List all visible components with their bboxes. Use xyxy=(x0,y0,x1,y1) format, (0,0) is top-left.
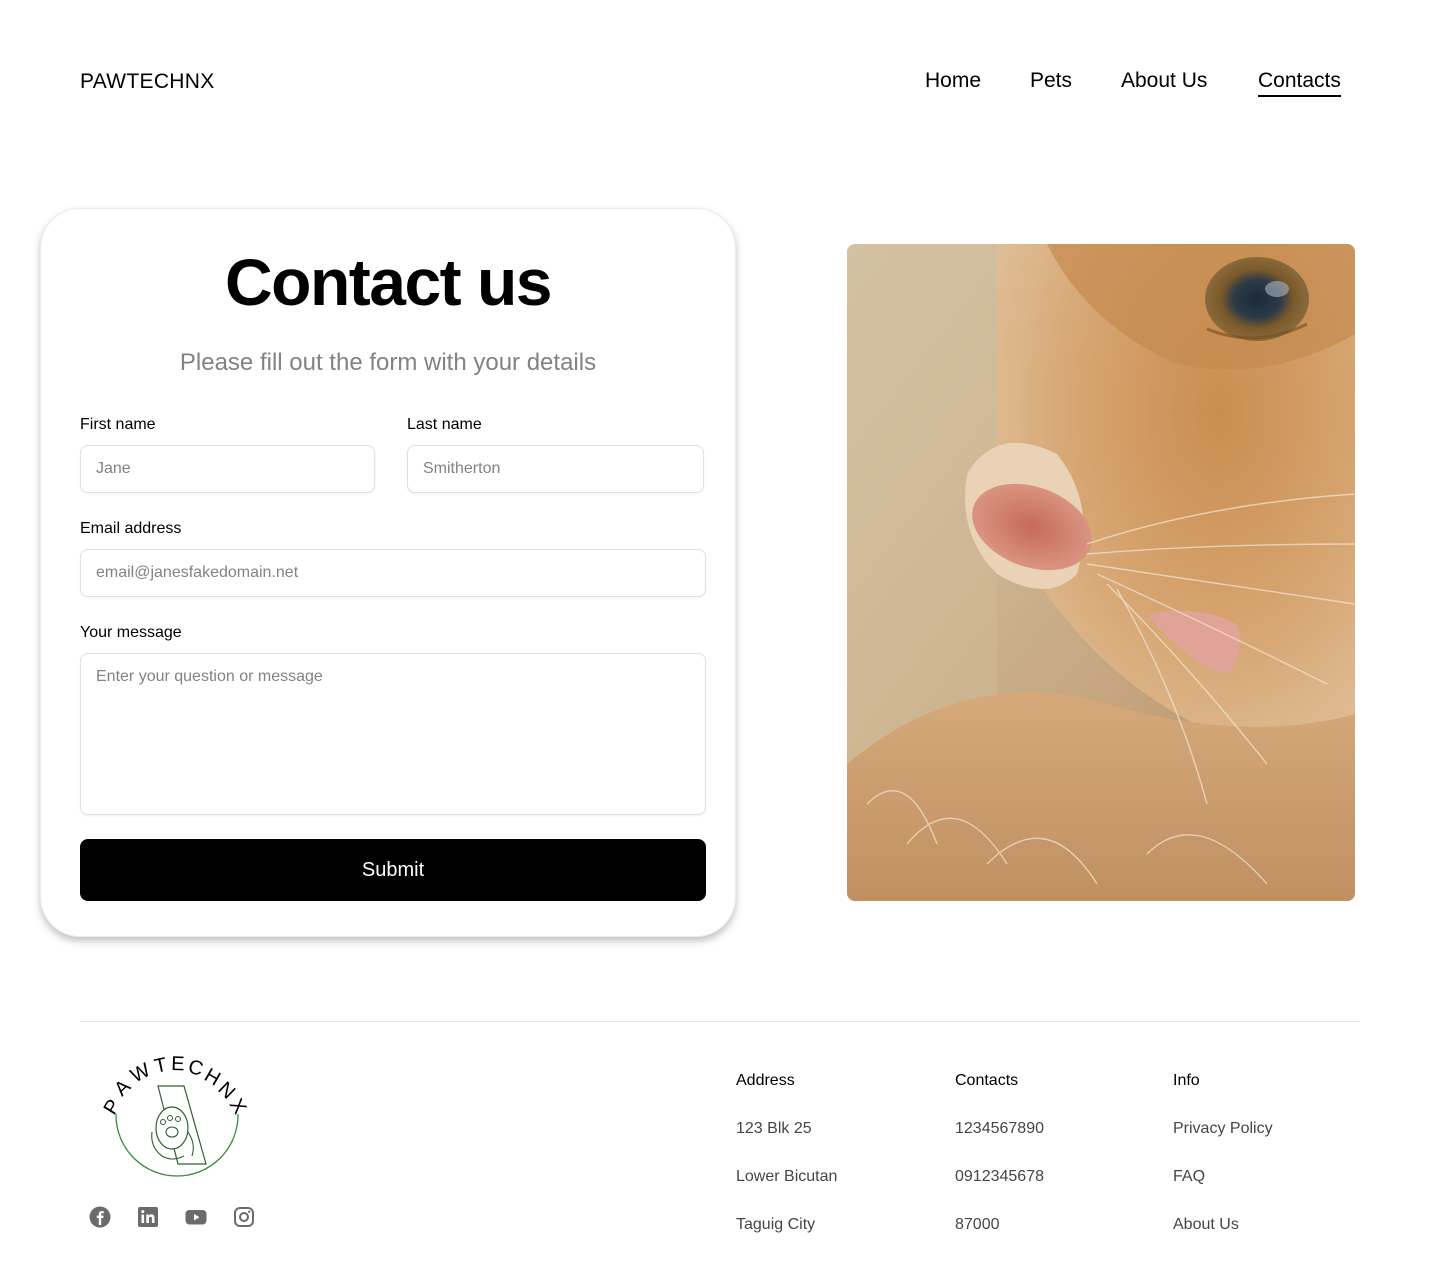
footer-link-about-us[interactable]: About Us xyxy=(1173,1216,1239,1234)
message-textarea[interactable] xyxy=(80,653,706,815)
email-label: Email address xyxy=(80,520,182,537)
instagram-icon[interactable] xyxy=(232,1205,256,1229)
cat-photo xyxy=(847,244,1355,901)
nav-about-us[interactable]: About Us xyxy=(1121,69,1207,93)
main-nav: Home Pets About Us Contacts xyxy=(0,69,1440,109)
page-title: Contact us xyxy=(224,245,553,319)
message-label: Your message xyxy=(80,624,182,641)
footer-phone-number: 1234567890 xyxy=(955,1120,1044,1137)
pawtechnx-logo[interactable]: P A W T E C H N X xyxy=(100,1052,250,1182)
first-name-label: First name xyxy=(80,416,156,433)
email-input[interactable] xyxy=(80,549,706,597)
footer-address-line: Lower Bicutan xyxy=(736,1168,838,1185)
footer-address-line: 123 Blk 25 xyxy=(736,1120,812,1137)
submit-button[interactable]: Submit xyxy=(80,839,706,901)
youtube-icon[interactable] xyxy=(184,1205,208,1229)
first-name-input[interactable] xyxy=(80,445,375,493)
last-name-label: Last name xyxy=(407,416,482,433)
facebook-icon[interactable] xyxy=(88,1205,112,1229)
footer-divider xyxy=(80,1021,1360,1022)
nav-home[interactable]: Home xyxy=(925,69,981,93)
footer-link-faq[interactable]: FAQ xyxy=(1173,1168,1205,1186)
footer-address-title: Address xyxy=(736,1072,795,1089)
last-name-input[interactable] xyxy=(407,445,704,493)
footer-link-privacy-policy[interactable]: Privacy Policy xyxy=(1173,1120,1273,1138)
footer-contacts-title: Contacts xyxy=(955,1072,1019,1089)
form-subtitle: Please fill out the form with your detai… xyxy=(179,349,597,376)
footer-address-line: Taguig City xyxy=(736,1216,816,1233)
nav-pets[interactable]: Pets xyxy=(1030,69,1072,93)
footer-info-title: Info xyxy=(1173,1072,1200,1089)
nav-contacts[interactable]: Contacts xyxy=(1258,69,1341,97)
svg-text:E: E xyxy=(171,1053,185,1075)
footer-phone-number: 0912345678 xyxy=(955,1168,1044,1185)
linkedin-icon[interactable] xyxy=(136,1205,160,1229)
footer-phone-number: 87000 xyxy=(955,1216,1000,1233)
